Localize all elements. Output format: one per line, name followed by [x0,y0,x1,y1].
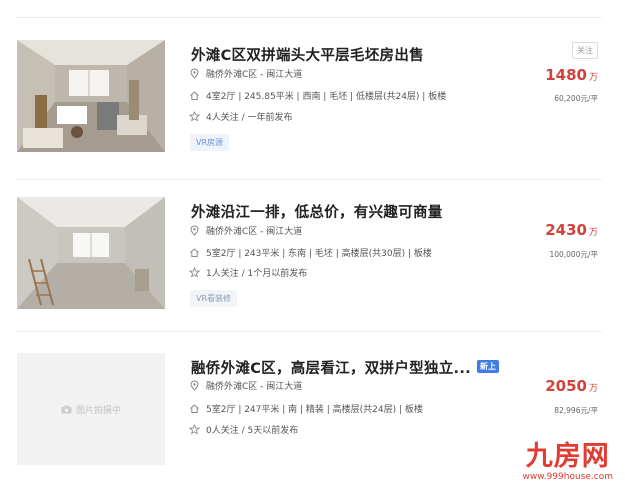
star-icon [189,111,200,122]
specs-text: 5室2厅 | 247平米 | 南 | 精装 | 高楼层(共24层) | 板楼 [206,405,423,415]
price-unit: 万 [588,384,598,394]
listing-photo-placeholder[interactable]: 图片拍摄中 [17,353,165,465]
listing-divider [16,331,602,332]
follow-button[interactable]: 关注 [572,42,598,59]
specs-text: 5室2厅 | 243平米 | 东南 | 毛坯 | 高楼层(共30层) | 板楼 [206,249,432,259]
watermark-url: www.999house.com [522,472,613,482]
listing-title[interactable]: 融侨外滩C区，高层看江，双拼户型独立... [191,357,471,378]
new-badge: 新上 [477,360,499,373]
location-pin-icon [189,225,200,236]
unit-price: 60,200元/平 [554,94,598,103]
house-icon [189,403,200,414]
total-price: 2050 万 [545,377,598,395]
followers-row: 4人关注 / 一年前发布 [189,110,292,123]
followers-text: 4人关注 / 一年前发布 [206,113,293,123]
camera-icon [61,405,72,414]
total-price: 2430 万 [545,221,598,239]
vr-tag[interactable]: VR房源 [190,134,230,151]
listing-photo[interactable] [17,197,165,309]
site-watermark: 九房网 www.999house.com [522,443,613,482]
unit-price: 100,000元/平 [549,250,598,259]
listing-card[interactable]: 外滩沿江一排，低总价，有兴趣可商量 融侨外滩C区 - 闽江大道 5室2厅 | 2… [16,197,602,332]
price-unit: 万 [588,73,598,83]
location-pin-icon [189,68,200,79]
listing-card[interactable]: 外滩C区双拼端头大平层毛坯房出售 关注 融侨外滩C区 - 闽江大道 4室2厅 |… [16,40,602,180]
specs-text: 4室2厅 | 245.85平米 | 西南 | 毛坯 | 低楼层(共24层) | … [206,92,447,102]
location-row: 融侨外滩C区 - 闽江大道 [189,67,302,80]
listing-divider [16,179,602,180]
listing-title[interactable]: 外滩C区双拼端头大平层毛坯房出售 [191,44,424,65]
star-icon [189,267,200,278]
listing-photo[interactable] [17,40,165,152]
followers-text: 1人关注 / 1个月以前发布 [206,269,308,279]
unit-price: 82,996元/平 [554,406,598,415]
specs-row: 5室2厅 | 247平米 | 南 | 精装 | 高楼层(共24层) | 板楼 [189,402,423,415]
followers-row: 1人关注 / 1个月以前发布 [189,266,307,279]
location-text[interactable]: 融侨外滩C区 - 闽江大道 [206,224,302,237]
location-text[interactable]: 融侨外滩C区 - 闽江大道 [206,379,302,392]
house-icon [189,90,200,101]
price-value: 2430 [545,221,587,239]
watermark-logo: 九房网 [525,441,610,472]
location-row: 融侨外滩C区 - 闽江大道 [189,224,302,237]
placeholder-text: 图片拍摄中 [75,405,121,416]
followers-row: 0人关注 / 5天以前发布 [189,423,298,436]
location-row: 融侨外滩C区 - 闽江大道 [189,379,302,392]
followers-text: 0人关注 / 5天以前发布 [206,426,299,436]
location-text[interactable]: 融侨外滩C区 - 闽江大道 [206,67,302,80]
price-value: 2050 [545,377,587,395]
total-price: 1480 万 [545,66,598,84]
location-pin-icon [189,380,200,391]
house-icon [189,247,200,258]
vr-tag[interactable]: VR看装修 [190,290,238,307]
price-unit: 万 [588,228,598,238]
star-icon [189,424,200,435]
specs-row: 4室2厅 | 245.85平米 | 西南 | 毛坯 | 低楼层(共24层) | … [189,89,446,102]
price-value: 1480 [545,66,587,84]
top-divider [16,17,602,18]
listing-title[interactable]: 外滩沿江一排，低总价，有兴趣可商量 [191,201,443,222]
listing-card[interactable]: 图片拍摄中 融侨外滩C区，高层看江，双拼户型独立... 新上 融侨外滩C区 - … [16,353,602,473]
specs-row: 5室2厅 | 243平米 | 东南 | 毛坯 | 高楼层(共30层) | 板楼 [189,246,432,259]
